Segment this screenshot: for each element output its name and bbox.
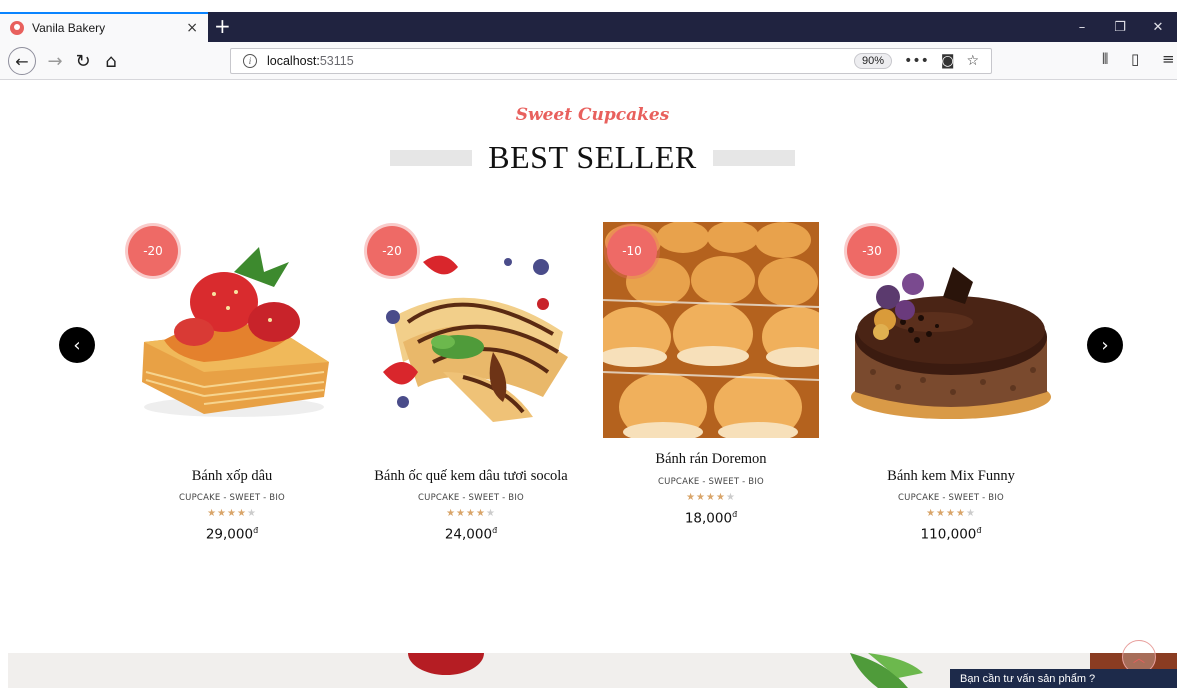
product-rating: ★★★★★	[603, 492, 819, 503]
chevron-right-icon: ›	[1101, 334, 1109, 356]
price-value: 24,000	[444, 526, 493, 543]
reload-icon[interactable]: ↻	[70, 48, 96, 74]
browser-toolbar: ← → ↻ ⌂ i localhost:53115 90% ••• ◙ ☆ ⫴ …	[0, 42, 1177, 80]
zoom-level-badge[interactable]: 90%	[854, 53, 893, 69]
forward-arrow-icon[interactable]: →	[42, 48, 68, 74]
currency-symbol: đ	[732, 510, 738, 519]
product-name[interactable]: Bánh kem Mix Funny	[823, 468, 1079, 485]
window-left-edge	[0, 0, 8, 688]
star-empty-icon: ★	[725, 492, 736, 503]
product-tags: CUPCAKE - SWEET - BIO	[179, 493, 285, 503]
section-heading: BEST SELLER	[8, 139, 1177, 176]
bookmark-star-icon[interactable]: ☆	[966, 53, 979, 69]
close-window-button[interactable]: ✕	[1139, 20, 1177, 35]
product-price: 24,000đ	[363, 526, 579, 543]
chat-label: Bạn cần tư vấn sản phẩm ?	[960, 673, 1096, 685]
discount-badge: -30	[847, 226, 897, 276]
product-rating: ★★★★★	[124, 508, 340, 519]
menu-icon[interactable]: ≡	[1162, 50, 1175, 68]
currency-symbol: đ	[492, 526, 498, 535]
favicon-icon	[10, 21, 24, 35]
price-value: 110,000	[920, 526, 977, 543]
product-price: 18,000đ	[603, 510, 819, 527]
browser-tab[interactable]: Vanila Bakery ×	[0, 12, 208, 42]
back-arrow-icon[interactable]: ←	[8, 47, 36, 75]
url-port: 53115	[319, 54, 354, 68]
product-tags: CUPCAKE - SWEET - BIO	[898, 493, 1004, 503]
star-icon: ★★★★	[686, 492, 726, 503]
product-card[interactable]: -10 Bánh rán Doremon CUPCAKE - SWEET - B…	[603, 222, 819, 552]
library-icon[interactable]: ⫴	[1102, 50, 1108, 68]
star-icon: ★★★★	[926, 508, 966, 519]
price-value: 29,000	[205, 526, 254, 543]
url-text[interactable]: localhost:53115	[267, 54, 854, 68]
product-card[interactable]: -20 Bánh ốc quế kem dâu tươi socola CUPC…	[363, 222, 579, 552]
star-empty-icon: ★	[485, 508, 496, 519]
info-icon[interactable]: i	[243, 54, 257, 68]
product-name[interactable]: Bánh ốc quế kem dâu tươi socola	[343, 468, 599, 485]
product-tags: CUPCAKE - SWEET - BIO	[418, 493, 524, 503]
product-name[interactable]: Bánh xốp dâu	[104, 468, 360, 485]
window-controls: – ❐ ✕	[1063, 12, 1177, 42]
page-content: Sweet Cupcakes BEST SELLER ‹ › -20 Bánh …	[8, 81, 1177, 688]
more-icon[interactable]: •••	[904, 53, 929, 69]
product-price: 110,000đ	[843, 526, 1059, 543]
currency-symbol: đ	[976, 526, 982, 535]
discount-badge: -20	[128, 226, 178, 276]
product-name[interactable]: Bánh rán Doremon	[583, 451, 839, 468]
minimize-button[interactable]: –	[1063, 20, 1101, 35]
section-title: BEST SELLER	[488, 139, 697, 175]
tab-close-icon[interactable]: ×	[186, 20, 198, 36]
product-tags: CUPCAKE - SWEET - BIO	[658, 477, 764, 487]
chevron-up-icon: ︿	[1132, 650, 1145, 665]
carousel-prev-button[interactable]: ‹	[59, 327, 95, 363]
restore-button[interactable]: ❐	[1101, 20, 1139, 35]
product-price: 29,000đ	[124, 526, 340, 543]
chevron-left-icon: ‹	[73, 334, 81, 356]
product-rating: ★★★★★	[843, 508, 1059, 519]
discount-badge: -10	[607, 226, 657, 276]
pocket-icon[interactable]: ◙	[941, 53, 955, 69]
carousel-next-button[interactable]: ›	[1087, 327, 1123, 363]
currency-symbol: đ	[253, 526, 259, 535]
star-icon: ★★★★	[207, 508, 247, 519]
section-subtitle: Sweet Cupcakes	[515, 105, 670, 125]
tab-title: Vanila Bakery	[32, 21, 106, 35]
star-empty-icon: ★	[246, 508, 257, 519]
browser-tab-bar: Vanila Bakery × + – ❐ ✕	[0, 12, 1177, 42]
star-icon: ★★★★	[446, 508, 486, 519]
product-card[interactable]: -30 Bánh kem Mix Funny CUPCAKE - SWEET -…	[843, 222, 1059, 552]
heading-decoration-right	[712, 149, 795, 166]
star-empty-icon: ★	[965, 508, 976, 519]
url-host: localhost:	[267, 54, 320, 68]
discount-badge: -20	[367, 226, 417, 276]
sidebar-icon[interactable]: ▯	[1131, 50, 1139, 68]
chat-widget[interactable]: Bạn cần tư vấn sản phẩm ?	[950, 669, 1177, 688]
product-card[interactable]: -20 Bánh xốp dâu CUPCAKE - SWEET - BIO ★…	[124, 222, 340, 552]
new-tab-button[interactable]: +	[214, 14, 231, 38]
address-bar[interactable]: i localhost:53115 90% ••• ◙ ☆	[230, 48, 992, 74]
heading-decoration-left	[390, 149, 473, 166]
home-icon[interactable]: ⌂	[98, 48, 124, 74]
price-value: 18,000	[684, 510, 733, 527]
product-rating: ★★★★★	[363, 508, 579, 519]
